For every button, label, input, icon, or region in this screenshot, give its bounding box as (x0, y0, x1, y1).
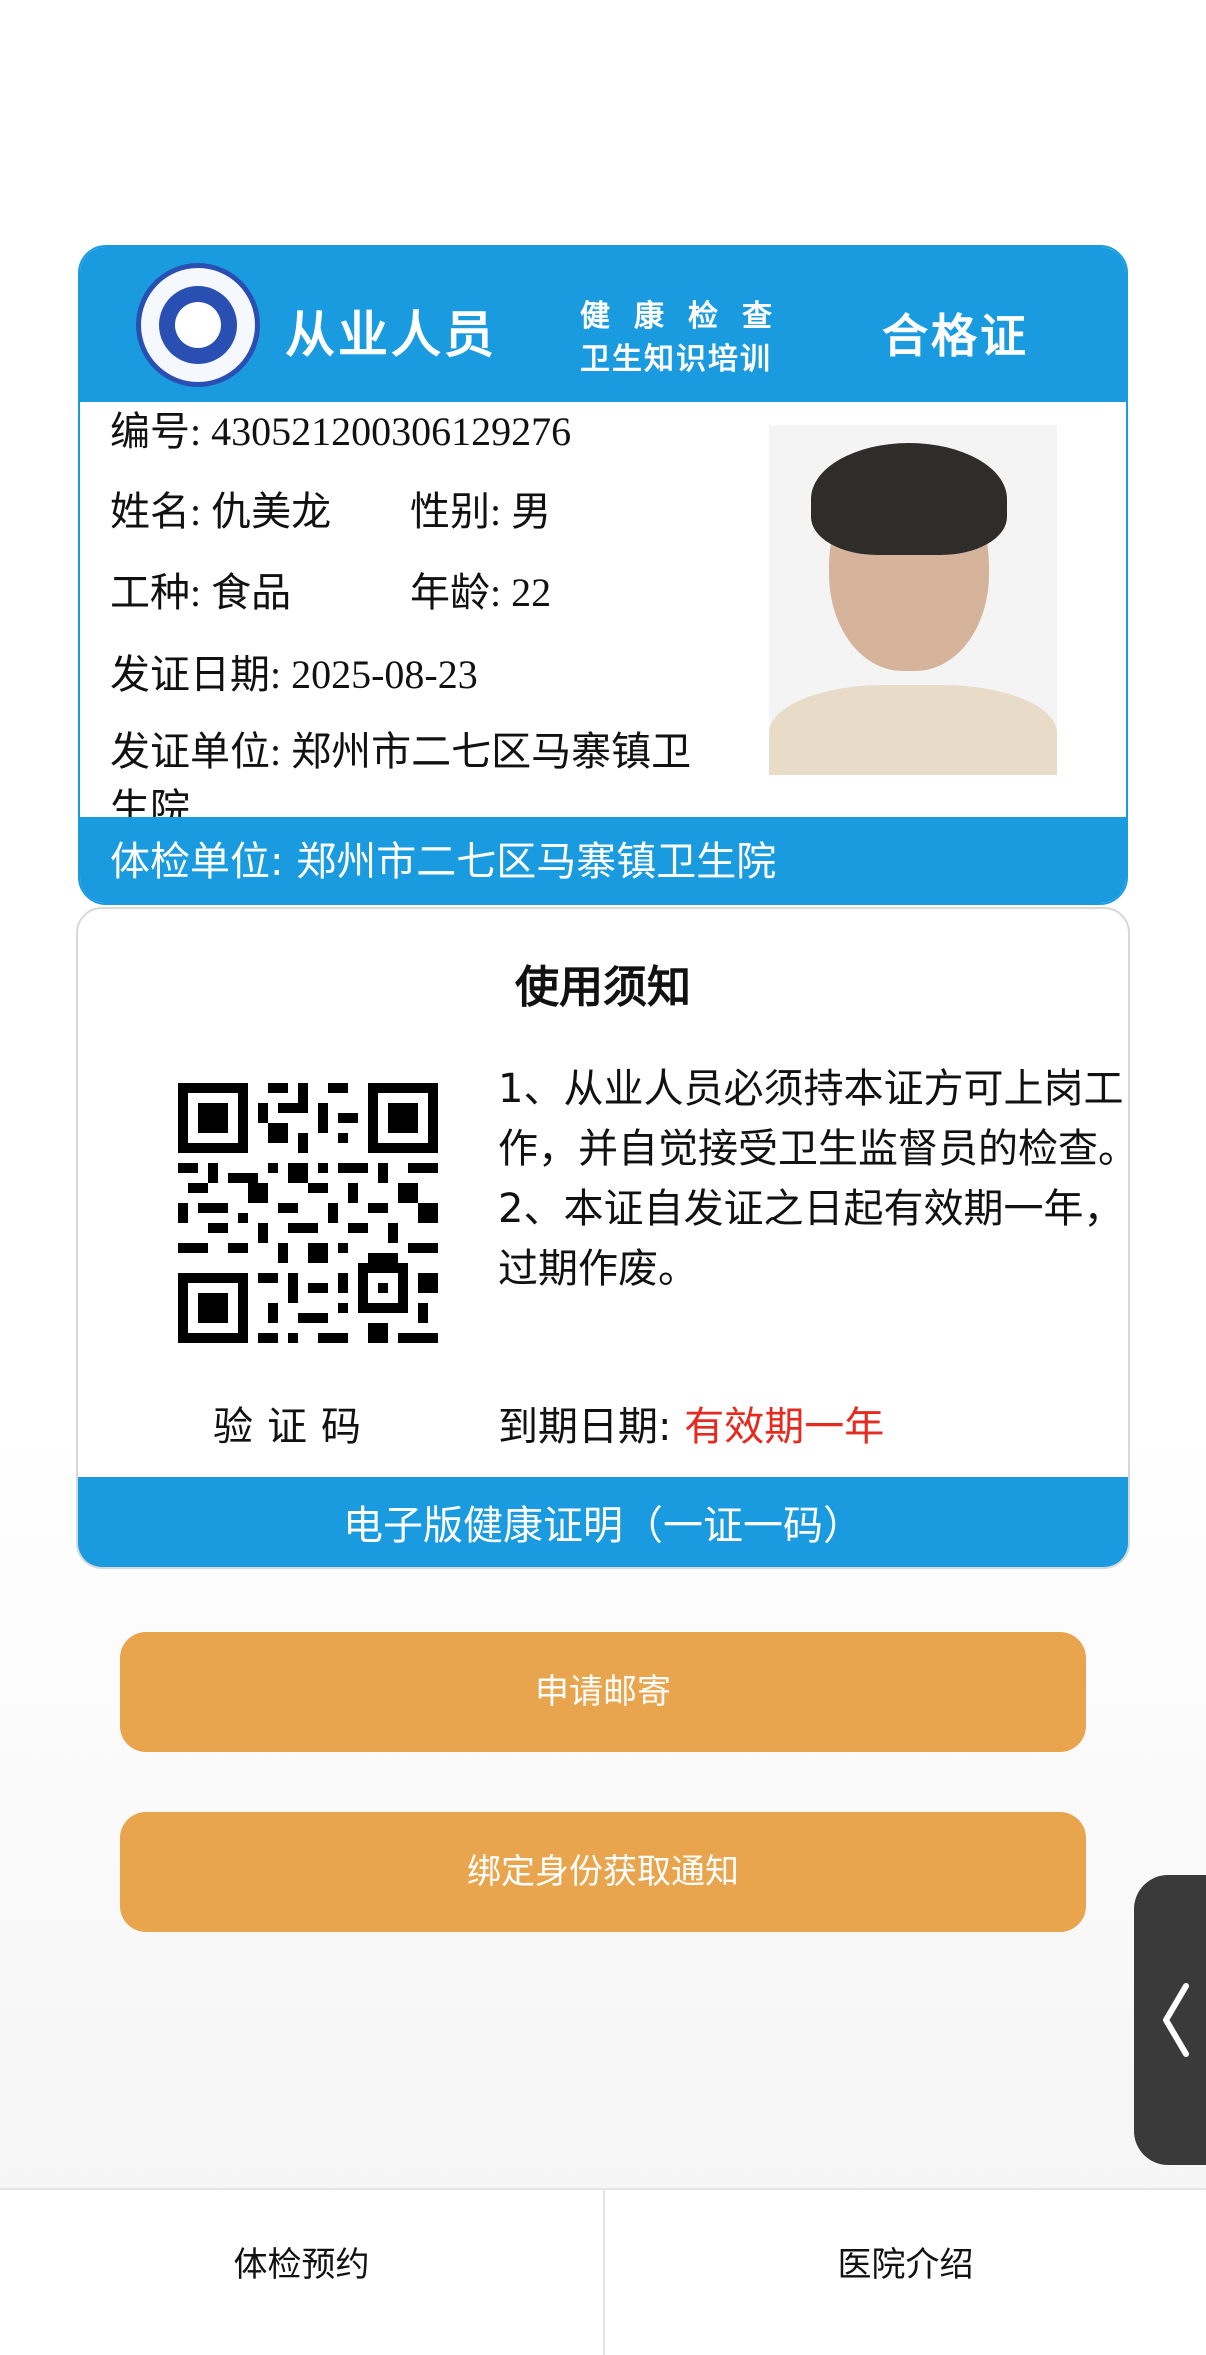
expiry-row: 到期日期: 有效期一年 (498, 1394, 884, 1452)
certificate-title: 从业人员 (285, 305, 497, 364)
expiry-value: 有效期一年 (684, 1404, 885, 1450)
holder-photo (769, 425, 1057, 775)
notice-footer-bar: 电子版健康证明（一证一码） (78, 1477, 1128, 1567)
qr-caption: 验证码 (213, 1404, 375, 1450)
holder-gender: 性别: 男 (410, 489, 552, 534)
bind-identity-button[interactable]: 绑定身份获取通知 (120, 1812, 1086, 1932)
bottom-tab-bar: 体检预约 医院介绍 (0, 2188, 1206, 2355)
issue-date: 发证日期: 2025-08-23 (110, 652, 478, 697)
expiry-label: 到期日期: (498, 1404, 672, 1450)
exam-unit-bar: 体检单位: 郑州市二七区马寨镇卫生院 (80, 817, 1126, 903)
notice-footer-text: 电子版健康证明（一证一码） (343, 1503, 863, 1549)
holder-name: 姓名: 仇美龙 (110, 489, 332, 534)
health-inspection-emblem-icon (136, 263, 260, 387)
certificate-header: 从业人员 健康检查 卫生知识培训 合格证 (80, 247, 1126, 402)
verification-qr-code-icon[interactable] (178, 1083, 438, 1343)
certificate-subtitle-line1: 健康检查 (580, 299, 796, 334)
exam-unit: 体检单位: 郑州市二七区马寨镇卫生院 (110, 839, 777, 885)
chevron-left-icon (1163, 1983, 1189, 2057)
tab-hospital-intro[interactable]: 医院介绍 (603, 2190, 1206, 2355)
notice-title: 使用须知 (515, 962, 691, 1013)
certificate-subtitle-line2: 卫生知识培训 (580, 342, 772, 377)
health-certificate-card: 从业人员 健康检查 卫生知识培训 合格证 编号: 430521200306129… (78, 245, 1128, 905)
usage-notice-card: 使用须知 验证码 1、从业人员必须持本证方可上岗工作，并自觉接受卫生监督员的检查… (76, 907, 1130, 1569)
certificate-title-tail: 合格证 (882, 309, 1029, 363)
job-type: 工种: 食品 (110, 570, 292, 615)
apply-mail-button[interactable]: 申请邮寄 (120, 1632, 1086, 1752)
holder-age: 年龄: 22 (410, 570, 552, 615)
side-drawer-handle[interactable] (1134, 1875, 1206, 2165)
tab-exam-appointment[interactable]: 体检预约 (0, 2190, 603, 2355)
certificate-number: 编号: 430521200306129276 (110, 409, 572, 454)
usage-rules: 1、从业人员必须持本证方可上岗工作，并自觉接受卫生监督员的检查。 2、本证自发证… (498, 1066, 1130, 1292)
